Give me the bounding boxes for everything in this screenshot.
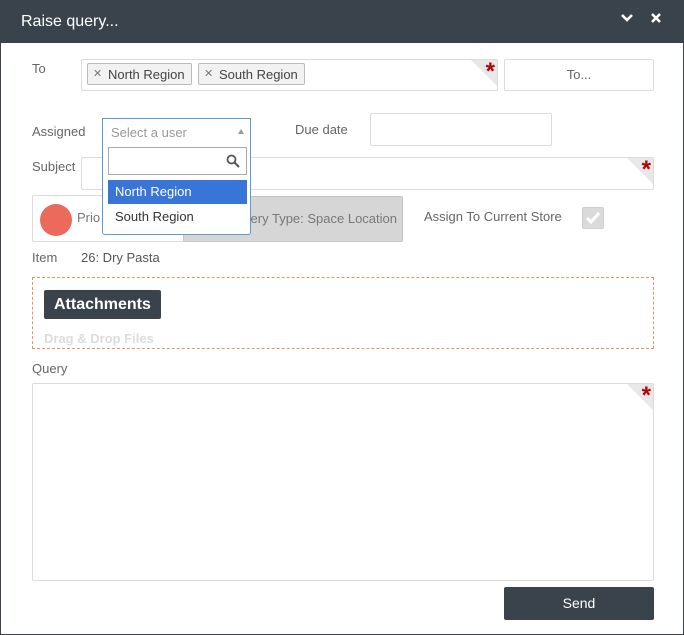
to-label: To [32, 61, 46, 76]
subject-label: Subject [32, 159, 76, 174]
dialog-title: Raise query... [21, 13, 119, 30]
due-date-label: Due date [295, 122, 348, 137]
query-textarea[interactable]: * [32, 383, 654, 581]
attachments-button[interactable]: Attachments [44, 290, 161, 319]
dropdown-option-north-region[interactable]: North Region [108, 180, 247, 204]
dropdown-option-south-region[interactable]: South Region [108, 205, 247, 229]
assigned-user-select[interactable]: Select a user [102, 118, 251, 146]
to-picker-button[interactable]: To... [504, 59, 654, 91]
drag-drop-hint: Drag & Drop Files [44, 331, 154, 346]
recipient-tag-label: South Region [219, 67, 298, 82]
to-recipients-field[interactable]: ✕ North Region ✕ South Region * [81, 59, 498, 91]
query-type-label: ery Type: Space Location [250, 211, 397, 226]
required-asterisk-icon: * [641, 382, 651, 409]
remove-tag-icon[interactable]: ✕ [204, 67, 213, 80]
assign-store-checkbox[interactable] [582, 207, 604, 229]
raise-query-dialog: Raise query... To ✕ North Region ✕ South… [0, 0, 684, 635]
dialog-titlebar: Raise query... [1, 1, 683, 43]
priority-label: Prio [77, 210, 101, 225]
required-asterisk-icon: * [641, 156, 651, 183]
caret-up-icon [238, 129, 244, 134]
assign-store-label: Assign To Current Store [424, 209, 562, 224]
send-button[interactable]: Send [504, 587, 654, 620]
assigned-placeholder: Select a user [111, 125, 187, 140]
dropdown-search-input[interactable] [108, 147, 247, 175]
recipient-tag-north-region: ✕ North Region [87, 63, 192, 85]
priority-color-indicator [40, 204, 72, 236]
check-icon [585, 212, 601, 225]
assigned-label: Assigned [32, 124, 86, 139]
close-icon[interactable] [646, 11, 666, 33]
assigned-dropdown: North Region South Region [102, 145, 251, 235]
recipient-tag-south-region: ✕ South Region [198, 63, 305, 85]
attachments-dropzone[interactable]: Attachments Drag & Drop Files [32, 277, 654, 349]
recipient-tag-label: North Region [108, 67, 185, 82]
search-icon [226, 154, 240, 168]
item-value: 26: Dry Pasta [81, 250, 160, 265]
required-asterisk-icon: * [485, 58, 495, 85]
due-date-input[interactable] [370, 113, 552, 146]
chevron-down-icon[interactable] [617, 11, 637, 33]
item-label: Item [32, 250, 58, 265]
query-label: Query [32, 361, 68, 376]
remove-tag-icon[interactable]: ✕ [93, 67, 102, 80]
